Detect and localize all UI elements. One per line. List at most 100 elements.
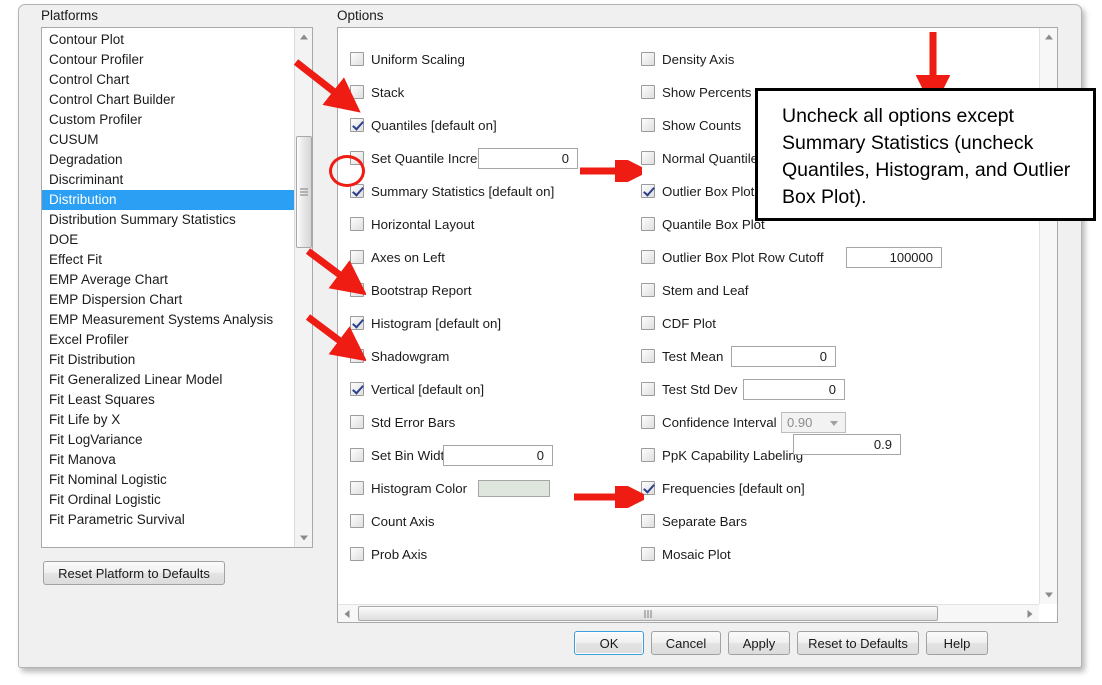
help-button[interactable]: Help: [926, 631, 988, 655]
option-row[interactable]: Shadowgram: [350, 345, 449, 367]
platform-list-item[interactable]: Contour Plot: [42, 30, 294, 50]
platform-list-item[interactable]: Contour Profiler: [42, 50, 294, 70]
option-row[interactable]: Stem and Leaf: [641, 279, 749, 301]
options-scroll-left-arrow-icon[interactable]: [338, 605, 356, 622]
platform-list-item[interactable]: EMP Measurement Systems Analysis: [42, 310, 294, 330]
checkbox-unchecked-icon[interactable]: [350, 415, 364, 429]
apply-button[interactable]: Apply: [728, 631, 790, 655]
platform-list-item[interactable]: Fit Manova: [42, 450, 294, 470]
option-row[interactable]: Prob Axis: [350, 543, 427, 565]
checkbox-unchecked-icon[interactable]: [641, 448, 655, 462]
options-scroll-right-arrow-icon[interactable]: [1021, 605, 1039, 622]
option-text-field[interactable]: 0: [743, 379, 845, 400]
platform-list-item[interactable]: Distribution: [42, 190, 294, 210]
option-row[interactable]: Summary Statistics [default on]: [350, 180, 554, 202]
platform-list-item[interactable]: Effect Fit: [42, 250, 294, 270]
chevron-down-icon[interactable]: [830, 421, 838, 426]
option-text-field[interactable]: 0.9: [793, 434, 901, 455]
options-scroll-down-arrow-icon[interactable]: [1040, 586, 1057, 604]
checkbox-unchecked-icon[interactable]: [641, 415, 655, 429]
checkbox-unchecked-icon[interactable]: [641, 250, 655, 264]
option-row[interactable]: Histogram [default on]: [350, 312, 501, 334]
option-row[interactable]: Test Std Dev: [641, 378, 737, 400]
platform-list-item[interactable]: Fit Ordinal Logistic: [42, 490, 294, 510]
checkbox-unchecked-icon[interactable]: [350, 349, 364, 363]
checkbox-unchecked-icon[interactable]: [641, 547, 655, 561]
option-row[interactable]: Show Percents: [641, 81, 751, 103]
checkbox-unchecked-icon[interactable]: [350, 283, 364, 297]
option-row[interactable]: Test Mean: [641, 345, 723, 367]
scroll-down-arrow-icon[interactable]: [295, 529, 312, 547]
option-combo[interactable]: 0.90: [781, 412, 846, 433]
option-row[interactable]: Density Axis: [641, 48, 734, 70]
ok-button[interactable]: OK: [574, 631, 644, 655]
checkbox-unchecked-icon[interactable]: [350, 250, 364, 264]
checkbox-unchecked-icon[interactable]: [641, 349, 655, 363]
option-row[interactable]: PpK Capability Labeling: [641, 444, 803, 466]
platform-list-item[interactable]: Fit Parametric Survival: [42, 510, 294, 530]
checkbox-checked-icon[interactable]: [350, 118, 364, 132]
platform-list-item[interactable]: Fit LogVariance: [42, 430, 294, 450]
checkbox-unchecked-icon[interactable]: [641, 316, 655, 330]
checkbox-unchecked-icon[interactable]: [641, 514, 655, 528]
option-color-swatch[interactable]: [478, 480, 550, 497]
option-text-field[interactable]: 0: [443, 445, 553, 466]
option-row[interactable]: Confidence Interval: [641, 411, 777, 433]
checkbox-unchecked-icon[interactable]: [350, 547, 364, 561]
options-horizontal-scrollbar[interactable]: [338, 604, 1039, 622]
checkbox-unchecked-icon[interactable]: [350, 217, 364, 231]
option-text-field[interactable]: 100000: [846, 247, 942, 268]
option-row[interactable]: Show Counts: [641, 114, 741, 136]
platform-list-item[interactable]: Control Chart Builder: [42, 90, 294, 110]
option-row[interactable]: Outlier Box Plot Row Cutoff: [641, 246, 824, 268]
checkbox-unchecked-icon[interactable]: [641, 52, 655, 66]
checkbox-unchecked-icon[interactable]: [350, 514, 364, 528]
option-row[interactable]: Histogram Color: [350, 477, 467, 499]
options-hscroll-thumb[interactable]: [358, 606, 938, 621]
option-row[interactable]: Quantiles [default on]: [350, 114, 497, 136]
platform-list-item[interactable]: EMP Dispersion Chart: [42, 290, 294, 310]
option-row[interactable]: Mosaic Plot: [641, 543, 731, 565]
checkbox-unchecked-icon[interactable]: [641, 217, 655, 231]
option-row[interactable]: Separate Bars: [641, 510, 747, 532]
platform-list-item[interactable]: Discriminant: [42, 170, 294, 190]
platform-list-item[interactable]: DOE: [42, 230, 294, 250]
platform-list-item[interactable]: Fit Generalized Linear Model: [42, 370, 294, 390]
option-row[interactable]: Count Axis: [350, 510, 435, 532]
checkbox-checked-icon[interactable]: [641, 481, 655, 495]
option-row[interactable]: Set Bin Width: [350, 444, 452, 466]
option-text-field[interactable]: 0: [478, 148, 578, 169]
checkbox-unchecked-icon[interactable]: [641, 85, 655, 99]
platform-list-item[interactable]: EMP Average Chart: [42, 270, 294, 290]
option-row[interactable]: Outlier Box Plot: [641, 180, 754, 202]
checkbox-checked-icon[interactable]: [641, 184, 655, 198]
option-row[interactable]: Bootstrap Report: [350, 279, 472, 301]
option-row[interactable]: Stack: [350, 81, 404, 103]
checkbox-unchecked-icon[interactable]: [350, 481, 364, 495]
platform-list-item[interactable]: Fit Nominal Logistic: [42, 470, 294, 490]
platform-list-item[interactable]: Control Chart: [42, 70, 294, 90]
checkbox-checked-icon[interactable]: [350, 316, 364, 330]
platform-list-item[interactable]: Distribution Summary Statistics: [42, 210, 294, 230]
option-row[interactable]: Axes on Left: [350, 246, 445, 268]
reset-platform-to-defaults-button[interactable]: Reset Platform to Defaults: [43, 561, 225, 585]
checkbox-checked-icon[interactable]: [350, 382, 364, 396]
option-row[interactable]: Std Error Bars: [350, 411, 455, 433]
checkbox-unchecked-icon[interactable]: [350, 52, 364, 66]
option-row[interactable]: Uniform Scaling: [350, 48, 465, 70]
checkbox-unchecked-icon[interactable]: [641, 118, 655, 132]
checkbox-unchecked-icon[interactable]: [350, 448, 364, 462]
option-row[interactable]: CDF Plot: [641, 312, 716, 334]
option-row[interactable]: Quantile Box Plot: [641, 213, 765, 235]
platform-list-item[interactable]: CUSUM: [42, 130, 294, 150]
checkbox-unchecked-icon[interactable]: [641, 382, 655, 396]
cancel-button[interactable]: Cancel: [651, 631, 721, 655]
platforms-listbox[interactable]: Contour Plot Contour Profiler Control Char…: [41, 27, 313, 548]
platform-list-item[interactable]: Fit Life by X: [42, 410, 294, 430]
scroll-up-arrow-icon[interactable]: [295, 28, 312, 46]
option-row[interactable]: Frequencies [default on]: [641, 477, 805, 499]
option-text-field[interactable]: 0: [731, 346, 836, 367]
checkbox-unchecked-icon[interactable]: [641, 283, 655, 297]
platform-list-item[interactable]: Excel Profiler: [42, 330, 294, 350]
option-row[interactable]: Horizontal Layout: [350, 213, 474, 235]
